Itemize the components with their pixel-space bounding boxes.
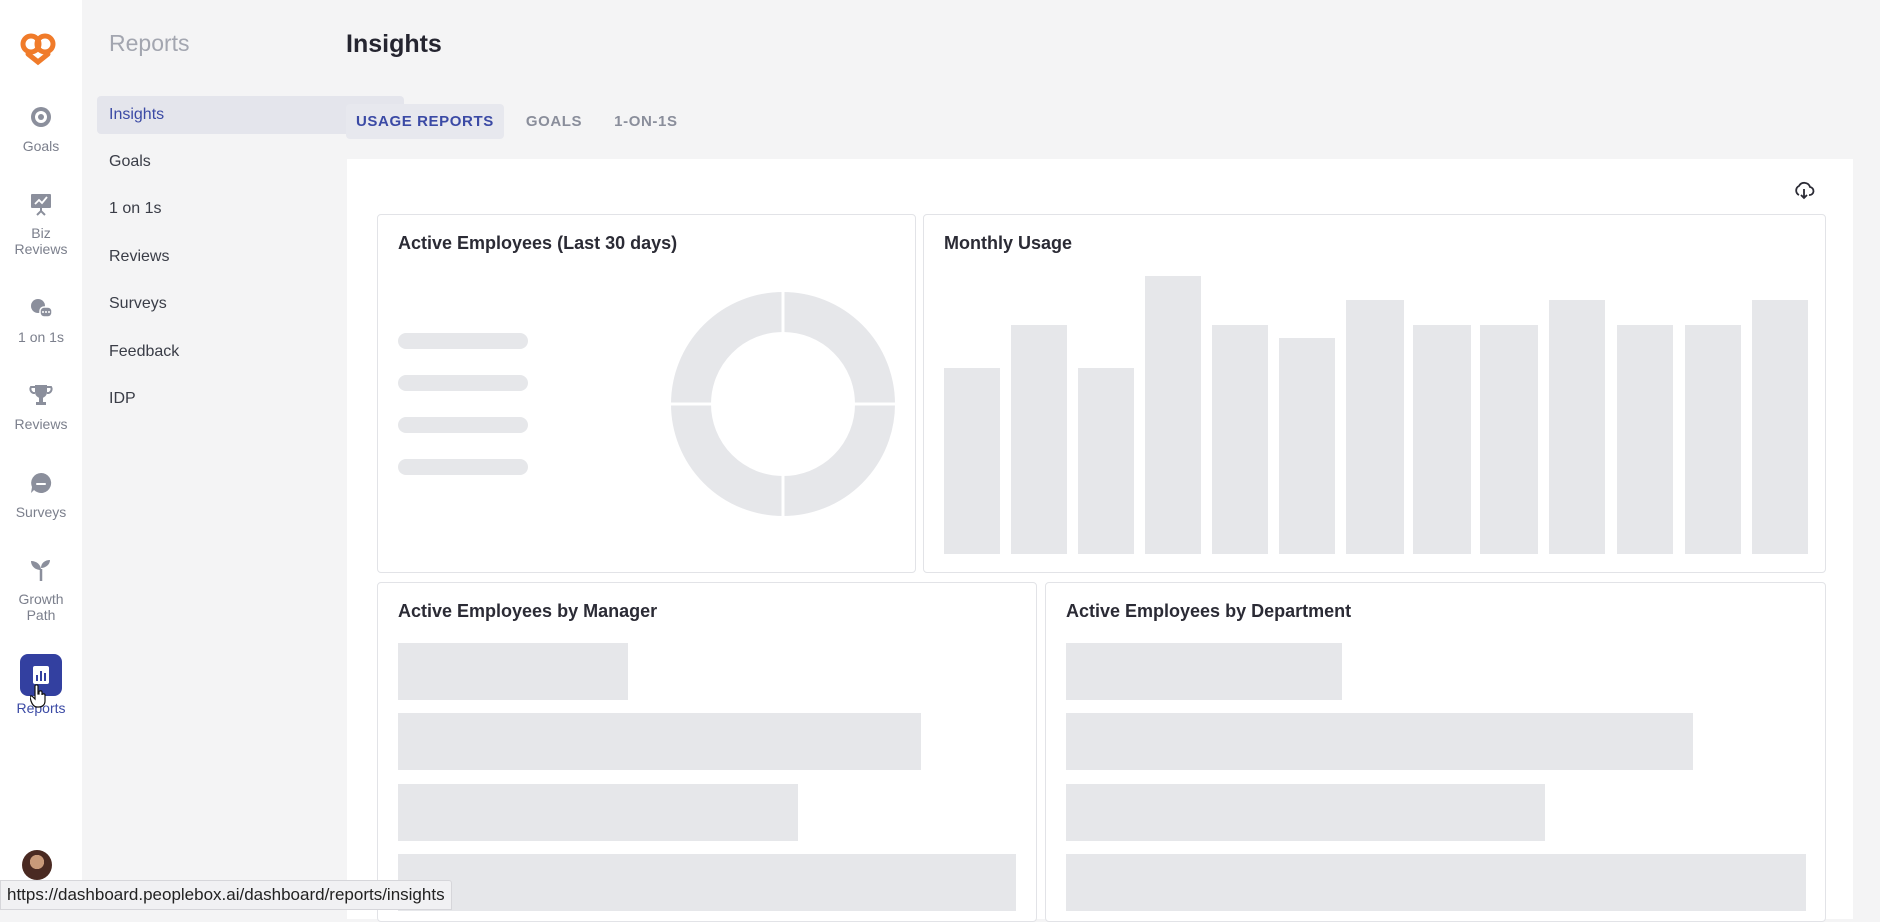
skeleton-legend-line [398,417,528,433]
skeleton-bar [1066,643,1342,700]
card-title: Active Employees by Manager [398,601,658,621]
skeleton-bar [1617,325,1673,554]
skeleton-bar [398,784,798,841]
rail-item-1-on-1s[interactable]: 1 on 1s [0,295,82,345]
rail-item-label: 1 on 1s [18,329,64,345]
active-employees-card: Active Employees (Last 30 days) [377,214,916,573]
status-bar-url: https://dashboard.peoplebox.ai/dashboard… [0,880,452,910]
skeleton-bar [1078,368,1134,554]
skeleton-legend-line [398,333,528,349]
skeleton-bar [1685,325,1741,554]
monthly-usage-card: Monthly Usage [923,214,1826,573]
skeleton-bar [398,643,628,700]
skeleton-bar [1480,325,1538,554]
skeleton-bar [1066,784,1545,841]
skeleton-bar [398,713,921,770]
avatar[interactable] [22,850,52,880]
rail-item-goals[interactable]: Goals [0,104,82,154]
rail-item-label: Surveys [15,504,67,520]
rail-item-label: Goals [22,138,60,154]
peoplebox-logo-icon[interactable] [16,24,60,68]
page-title: Insights [346,30,442,58]
skeleton-bar [1066,854,1806,911]
rail-item-reviews[interactable]: Reviews [0,382,82,432]
hand-cursor-icon [30,684,46,708]
bar-chart-icon [33,666,49,684]
skeleton-bar [1011,325,1067,554]
tab-1-on-1s[interactable]: 1-ON-1S [604,104,687,139]
by-department-card: Active Employees by Department [1045,582,1826,922]
by-manager-card: Active Employees by Manager [377,582,1037,922]
rail-item-label: Reviews [14,416,68,432]
rail-item-surveys[interactable]: Surveys [0,470,82,520]
target-icon [31,107,51,127]
rail-item-biz-reviews[interactable]: Biz Reviews [0,191,82,257]
skeleton-bar [1549,300,1605,554]
skeleton-bar [1145,276,1201,554]
cloud-download-icon[interactable] [1793,179,1815,201]
chat-bubbles-icon [31,299,53,318]
tab-usage-reports[interactable]: USAGE REPORTS [346,104,504,139]
card-title: Active Employees by Department [1066,601,1352,621]
rail-item-label: Growth Path [18,591,64,623]
presentation-icon [31,194,51,216]
card-title: Active Employees (Last 30 days) [398,233,678,253]
skeleton-donut [668,289,898,519]
skeleton-bar [1346,300,1404,554]
card-title: Monthly Usage [944,233,1073,253]
tab-goals[interactable]: GOALS [516,104,592,139]
skeleton-legend-line [398,459,528,475]
rail-item-label: Biz Reviews [14,225,68,257]
subnav-title: Reports [109,30,190,56]
reports-subnav: Reports Insights Goals 1 on 1s Reviews S… [82,0,404,908]
skeleton-legend-line [398,375,528,391]
report-tabs: USAGE REPORTS GOALS 1-ON-1S [346,104,700,139]
trophy-icon [29,385,53,405]
sprout-icon [31,560,50,581]
skeleton-bar [1066,713,1693,770]
skeleton-bar [1212,325,1268,554]
skeleton-bar [944,368,1000,554]
app-rail: Goals Biz Reviews 1 on 1s Reviews Survey… [0,0,82,908]
speech-bubble-icon [31,472,52,493]
rail-item-growth-path[interactable]: Growth Path [0,557,82,623]
skeleton-bar [1413,325,1471,554]
skeleton-bar [398,854,1016,911]
skeleton-bar [1752,300,1808,554]
skeleton-bar [1279,338,1335,554]
